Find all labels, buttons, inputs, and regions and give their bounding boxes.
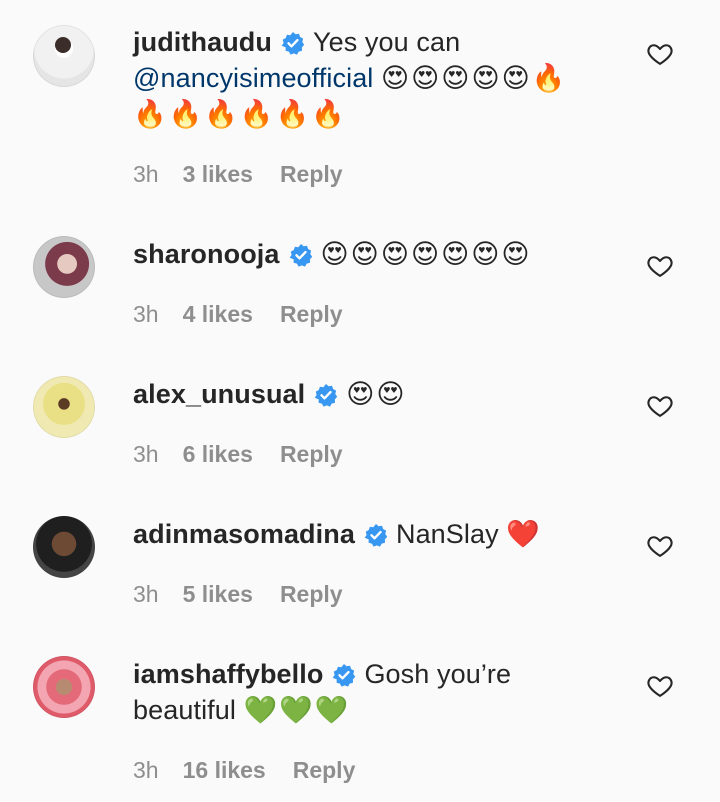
heart-outline-icon[interactable] [646, 532, 674, 560]
likes-count[interactable]: 3 likes [183, 161, 253, 187]
reply-button[interactable]: Reply [280, 441, 343, 467]
comment-time: 3h [133, 161, 159, 187]
avatar[interactable] [33, 376, 95, 438]
emoji-line: 🔥🔥🔥🔥🔥🔥 [133, 99, 347, 129]
reply-button[interactable]: Reply [280, 581, 343, 607]
heart-outline-icon[interactable] [646, 40, 674, 68]
reply-button[interactable]: Reply [293, 757, 356, 783]
username[interactable]: iamshaffybello [133, 659, 323, 689]
comment-time: 3h [133, 441, 159, 467]
comment-time: 3h [133, 581, 159, 607]
comment-body-line2: beautiful [133, 695, 236, 725]
verified-badge-icon [281, 32, 305, 55]
comment-time: 3h [133, 301, 159, 327]
emoji-line: ❤️ [506, 519, 542, 549]
comment-text: adinmasomadina NanSlay ❤️ [133, 516, 640, 552]
comment-text: iamshaffybello Gosh you’re beautiful 💚💚💚 [133, 656, 640, 728]
verified-badge-icon [333, 664, 356, 687]
comment-text: sharonooja 😍😍😍😍😍😍😍 [133, 236, 640, 272]
heart-outline-icon[interactable] [646, 672, 674, 700]
verified-badge-icon [289, 244, 312, 267]
comment-meta: 3h 16 likes Reply [133, 757, 382, 784]
verified-badge-icon [364, 524, 388, 547]
avatar[interactable] [33, 236, 95, 298]
comment-text: alex_unusual 😍😍 [133, 376, 640, 412]
comment-meta: 3h 5 likes Reply [133, 581, 370, 608]
emoji-line: 😍😍😍😍😍😍😍 [320, 239, 532, 269]
comment-text: judithaudu Yes you can @nancyisimeofficia… [133, 24, 640, 132]
heart-outline-icon[interactable] [646, 252, 674, 280]
likes-count[interactable]: 5 likes [183, 581, 253, 607]
avatar[interactable] [33, 25, 95, 87]
username[interactable]: sharonooja [133, 239, 280, 269]
emoji-line: 😍😍😍😍😍🔥 [381, 63, 568, 93]
username[interactable]: adinmasomadina [133, 519, 355, 549]
comment-meta: 3h 4 likes Reply [133, 301, 370, 328]
emoji-line: 😍😍 [346, 379, 407, 409]
avatar[interactable] [33, 656, 95, 718]
comment-meta: 3h 6 likes Reply [133, 441, 370, 468]
mention-link[interactable]: @nancyisimeofficial [133, 63, 373, 93]
comment-time: 3h [133, 757, 159, 783]
likes-count[interactable]: 4 likes [183, 301, 253, 327]
reply-button[interactable]: Reply [280, 301, 343, 327]
emoji-line: 💚💚💚 [243, 695, 351, 725]
reply-button[interactable]: Reply [280, 161, 343, 187]
heart-outline-icon[interactable] [646, 392, 674, 420]
comment-body: Yes you can [312, 27, 461, 57]
username[interactable]: judithaudu [133, 27, 272, 57]
likes-count[interactable]: 6 likes [183, 441, 253, 467]
verified-badge-icon [314, 384, 338, 407]
username[interactable]: alex_unusual [133, 379, 305, 409]
comment-body: Gosh you’re [364, 659, 512, 689]
comment-body: NanSlay [395, 519, 499, 549]
likes-count[interactable]: 16 likes [183, 757, 266, 783]
comment-meta: 3h 3 likes Reply [133, 161, 370, 188]
avatar[interactable] [33, 516, 95, 578]
